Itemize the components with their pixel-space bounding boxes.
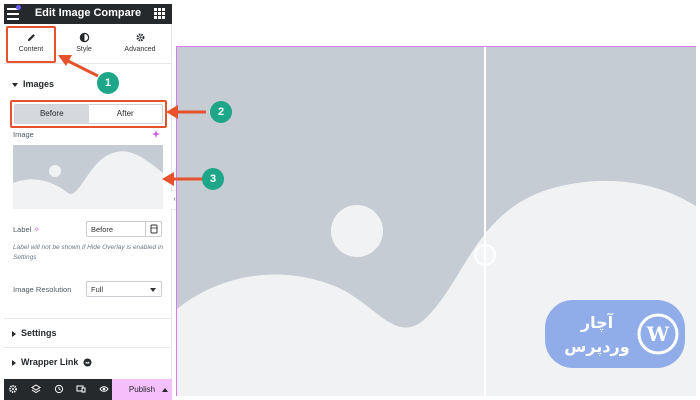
annotation-badge-2: 2 [210,101,232,123]
svg-text:W: W [646,322,670,346]
watermark-logo: W آچار وردپرس [545,300,685,368]
svg-text:وردپرس: وردپرس [564,337,629,357]
editor-screenshot: Edit Image Compare Content Style Advance… [0,0,700,400]
annotation-badge-3: 3 [202,168,224,190]
arrow-1 [58,55,99,78]
arrow-2 [166,105,206,119]
annotation-badge-1: 1 [97,72,119,94]
arrow-3 [162,172,204,186]
svg-text:آچار: آچار [580,312,614,333]
